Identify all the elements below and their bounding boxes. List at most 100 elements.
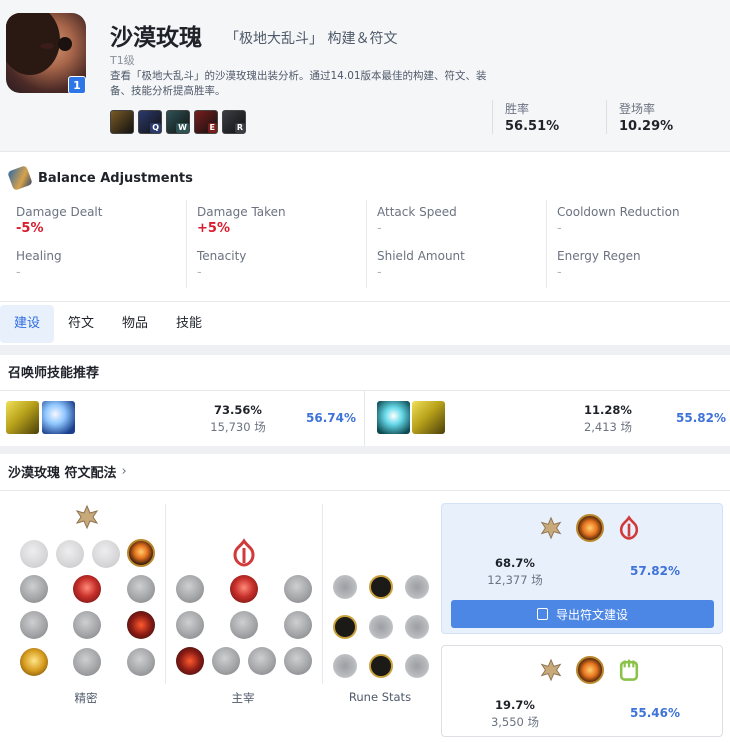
precision-tree-icon: [540, 658, 562, 682]
rune-build-pickrate: 68.7% 12,377 场: [487, 556, 543, 587]
rune[interactable]: [176, 575, 204, 603]
tab-items[interactable]: 物品: [108, 305, 162, 343]
page-subtitle: 「极地大乱斗」 构建＆符文: [225, 31, 398, 47]
rune[interactable]: [127, 648, 155, 676]
passive-skill-icon[interactable]: [110, 110, 134, 134]
summoner-section-title: 召唤师技能推荐: [8, 366, 100, 381]
rune[interactable]: [230, 611, 258, 639]
w-skill-icon[interactable]: W: [166, 110, 190, 134]
health-shard-icon[interactable]: [333, 654, 357, 678]
combo-winrate: 55.82%: [676, 411, 726, 425]
tab-runes[interactable]: 符文: [54, 305, 108, 343]
keystone-rune[interactable]: [20, 540, 48, 568]
chevron-right-icon: ›: [121, 464, 127, 479]
rune-selected[interactable]: [73, 575, 101, 603]
keystone-icon: [576, 656, 604, 684]
summoner-combo[interactable]: 73.56% 15,730 场 56.74%: [0, 391, 364, 447]
pickrate-stat: 登场率 10.29%: [606, 100, 673, 134]
portrait-eyepatch: [58, 37, 72, 51]
precision-tree-label: 精密: [74, 691, 98, 705]
winrate-value: 56.51%: [505, 119, 560, 134]
balance-item: Shield Amount -: [366, 244, 540, 288]
champion-description: 查看「极地大乱斗」的沙漠玫瑰出装分析。通过14.01版本最佳的构建、符文、装备、…: [110, 70, 487, 97]
rune[interactable]: [20, 611, 48, 639]
rune[interactable]: [176, 611, 204, 639]
divider: [165, 504, 166, 684]
summoner-spells-row: 73.56% 15,730 场 56.74% 11.28% 2,413 场 55…: [0, 390, 730, 447]
rune[interactable]: [127, 575, 155, 603]
rune[interactable]: [284, 647, 312, 675]
rune-build-icons: [538, 514, 642, 542]
balance-item: Damage Dealt -5%: [16, 205, 103, 236]
export-icon: [536, 608, 548, 620]
section-divider: [0, 345, 730, 355]
winrate-label: 胜率: [505, 102, 530, 116]
balance-item: Energy Regen -: [546, 244, 720, 288]
magic-resist-shard-icon[interactable]: [405, 654, 429, 678]
domination-tree-icon: [229, 538, 259, 571]
level-badge: 1: [68, 76, 86, 94]
keystone-rune-selected[interactable]: [127, 539, 155, 567]
rune[interactable]: [212, 647, 240, 675]
rune-build-card[interactable]: 19.7% 3,550 场 55.46%: [441, 645, 723, 737]
balance-adjustments: Balance Adjustments Damage Dealt -5% Dama…: [0, 160, 730, 300]
rune-selected[interactable]: [230, 575, 258, 603]
adaptive-shard-icon[interactable]: [333, 575, 357, 599]
attack-speed-shard-icon[interactable]: [369, 575, 393, 599]
rune-selected[interactable]: [176, 647, 204, 675]
adaptive-shard-icon[interactable]: [333, 615, 357, 639]
rune[interactable]: [284, 575, 312, 603]
tab-bar: 建设 符文 物品 技能: [0, 301, 730, 345]
armor-shard-icon[interactable]: [369, 654, 393, 678]
rune-selected[interactable]: [20, 648, 48, 676]
rune-build-winrate: 55.46%: [630, 706, 680, 720]
champion-name: 沙漠玫瑰: [110, 25, 202, 51]
balance-item: Damage Taken +5%: [186, 200, 360, 244]
combo-winrate: 56.74%: [306, 411, 356, 425]
balance-item: Attack Speed -: [366, 200, 540, 244]
aram-balance-icon: [7, 165, 33, 191]
tier-label: T1级: [110, 54, 135, 67]
tab-build[interactable]: 建设: [0, 305, 55, 343]
flash-icon: [42, 401, 75, 434]
balance-item: Healing -: [16, 249, 62, 280]
tab-skills[interactable]: 技能: [162, 305, 216, 343]
ignite-icon: [412, 401, 445, 434]
armor-shard-icon[interactable]: [369, 615, 393, 639]
e-skill-icon[interactable]: E: [194, 110, 218, 134]
rune-section-title[interactable]: 沙漠玫瑰 符文配法 ›: [8, 462, 127, 481]
precision-tree-icon: [73, 503, 101, 534]
keystone-rune[interactable]: [92, 540, 120, 568]
ghost-icon: [377, 401, 410, 434]
summoner-combo[interactable]: 11.28% 2,413 场 55.82%: [365, 391, 730, 447]
keystone-rune[interactable]: [56, 540, 84, 568]
rune[interactable]: [73, 611, 101, 639]
rune-build-pickrate: 19.7% 3,550 场: [490, 698, 540, 729]
domination-tree-label: 主宰: [231, 691, 255, 705]
rune-build-icons: [538, 656, 642, 684]
r-skill-icon[interactable]: R: [222, 110, 246, 134]
combo-pickrate: 11.28% 2,413 场: [583, 403, 633, 434]
magic-resist-shard-icon[interactable]: [405, 615, 429, 639]
portrait-eye: [40, 43, 54, 49]
resolve-tree-icon: [619, 659, 639, 681]
rune[interactable]: [20, 575, 48, 603]
champion-header: 1 沙漠玫瑰 「极地大乱斗」 构建＆符文 T1级 查看「极地大乱斗」的沙漠玫瑰出…: [0, 0, 730, 152]
rune[interactable]: [248, 647, 276, 675]
rune[interactable]: [73, 648, 101, 676]
balance-item: Cooldown Reduction -: [546, 200, 720, 244]
combo-pickrate: 73.56% 15,730 场: [210, 403, 266, 434]
balance-item: Tenacity -: [186, 244, 360, 288]
rune-build-card[interactable]: 68.7% 12,377 场 57.82% 导出符文建设: [441, 503, 723, 634]
divider: [322, 504, 323, 684]
rune[interactable]: [284, 611, 312, 639]
q-skill-icon[interactable]: Q: [138, 110, 162, 134]
rune-selected[interactable]: [127, 611, 155, 639]
domination-tree-icon: [619, 515, 639, 540]
winrate-stat: 胜率 56.51%: [492, 100, 559, 134]
rune-build-winrate: 57.82%: [630, 564, 680, 578]
keystone-icon: [576, 514, 604, 542]
export-runes-button[interactable]: 导出符文建设: [451, 600, 714, 628]
ignite-icon: [6, 401, 39, 434]
ability-haste-shard-icon[interactable]: [405, 575, 429, 599]
